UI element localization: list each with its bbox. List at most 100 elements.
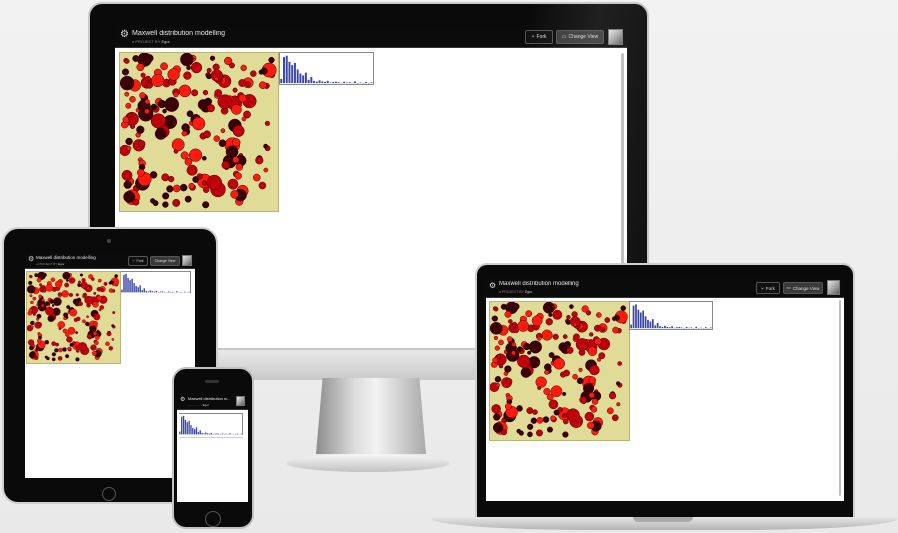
particle-simulation[interactable] xyxy=(489,301,630,441)
histogram-bar xyxy=(313,80,316,84)
histogram-bar xyxy=(205,432,207,435)
project-title[interactable]: Maxwell distribution m... xyxy=(188,396,230,401)
particle xyxy=(264,120,270,126)
particle xyxy=(552,309,563,320)
particle xyxy=(144,108,150,114)
fork-button[interactable]: ⑂ Fork xyxy=(525,30,553,44)
particle xyxy=(536,429,543,437)
histogram-bar xyxy=(630,324,632,329)
particle xyxy=(224,56,233,66)
particle xyxy=(36,313,42,319)
histogram-bar xyxy=(664,325,666,329)
project-title[interactable]: Maxwell distribution modelling xyxy=(499,281,579,287)
particle xyxy=(569,304,574,309)
gear-logo-icon[interactable]: ⚙ xyxy=(489,282,496,290)
particle xyxy=(620,305,627,311)
particle xyxy=(162,108,167,114)
particle xyxy=(190,61,203,74)
user-avatar[interactable] xyxy=(236,396,245,406)
author-link[interactable]: Egor xyxy=(203,403,209,407)
particle xyxy=(252,173,261,182)
particle xyxy=(544,363,552,371)
particle xyxy=(32,312,36,316)
user-avatar[interactable] xyxy=(182,255,192,266)
particle xyxy=(75,357,80,362)
particle xyxy=(232,87,238,93)
velocity-histogram xyxy=(279,52,374,85)
particle-simulation[interactable] xyxy=(119,52,279,212)
histogram-bar xyxy=(365,81,368,84)
histogram-bar xyxy=(348,82,351,84)
particle xyxy=(111,324,115,328)
author-link[interactable]: Egor xyxy=(58,262,64,266)
particle xyxy=(517,320,529,332)
particle xyxy=(562,431,569,438)
histogram-bar xyxy=(131,278,133,293)
user-avatar[interactable] xyxy=(608,29,623,45)
particle xyxy=(500,303,507,310)
particle xyxy=(518,430,524,436)
particle xyxy=(85,321,90,327)
particle xyxy=(498,339,504,346)
particle xyxy=(493,335,499,341)
particle xyxy=(130,123,136,129)
macbook-opening-notch xyxy=(633,517,693,522)
particle xyxy=(563,418,569,425)
particle xyxy=(588,376,596,384)
particle xyxy=(78,280,81,284)
particle xyxy=(243,110,251,119)
user-avatar[interactable] xyxy=(827,280,840,295)
gear-logo-icon[interactable]: ⚙ xyxy=(180,397,185,403)
change-view-button[interactable]: Change View xyxy=(150,256,180,266)
particle xyxy=(53,297,62,306)
particle xyxy=(587,346,598,356)
particle xyxy=(528,340,542,354)
particle xyxy=(127,112,133,119)
histogram-bar xyxy=(208,433,211,435)
particle xyxy=(594,324,601,332)
particle xyxy=(535,376,547,388)
project-title[interactable]: Maxwell distribution modelling xyxy=(36,255,126,260)
histogram-bar xyxy=(315,81,318,84)
histogram-bar xyxy=(343,81,346,84)
histogram-bar xyxy=(181,416,183,435)
fork-button[interactable]: ⑂ Fork xyxy=(128,256,148,266)
particle xyxy=(192,176,200,183)
ipad-screen: ⚙ Maxwell distribution modelling a PROJE… xyxy=(25,253,195,478)
histogram-bar xyxy=(354,81,357,84)
particle xyxy=(548,352,555,358)
particle xyxy=(65,279,69,282)
particle xyxy=(615,381,621,386)
particle xyxy=(140,72,146,78)
histogram-bar xyxy=(705,327,707,329)
particle xyxy=(151,73,165,88)
author-link[interactable]: Egor xyxy=(161,39,169,44)
particle xyxy=(260,67,268,75)
particle xyxy=(39,283,43,287)
particle xyxy=(506,378,513,385)
change-view-label: Change View xyxy=(792,285,820,291)
particle xyxy=(136,63,145,72)
particle xyxy=(161,173,170,182)
particle xyxy=(235,163,244,171)
gear-logo-icon[interactable]: ⚙ xyxy=(28,256,34,263)
fork-button[interactable]: ⑂ Fork xyxy=(756,282,780,294)
change-view-button[interactable]: ▭ Change View xyxy=(783,282,823,294)
change-view-button[interactable]: ▭ Change View xyxy=(556,30,604,44)
project-title[interactable]: Maxwell distribution modelling xyxy=(132,30,225,37)
gear-logo-icon[interactable]: ⚙ xyxy=(120,30,129,40)
particle xyxy=(132,55,140,62)
scrollbar[interactable] xyxy=(839,300,841,496)
particle xyxy=(167,68,180,81)
particle xyxy=(589,364,600,376)
particle xyxy=(114,274,119,278)
author-link[interactable]: Egor xyxy=(525,290,532,294)
particle xyxy=(263,143,269,149)
particle xyxy=(112,311,116,315)
particle xyxy=(594,337,602,346)
particle-simulation[interactable] xyxy=(26,271,121,364)
particle xyxy=(536,335,542,341)
histogram-bar xyxy=(676,327,678,329)
histogram-bar xyxy=(149,290,152,293)
ipad-home-button xyxy=(102,487,116,501)
